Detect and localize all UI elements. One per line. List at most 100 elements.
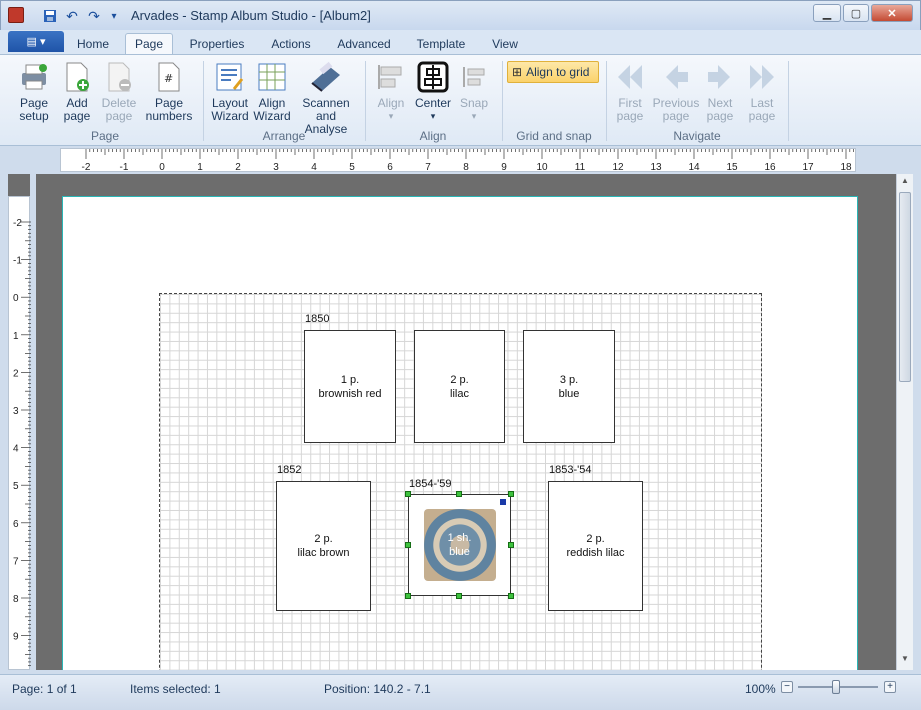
app-icon[interactable]	[8, 7, 24, 23]
last-page-label: Last page	[748, 96, 776, 123]
center-label: Center	[414, 96, 452, 110]
stamp-value: 2 p.	[450, 373, 469, 386]
center-button[interactable]: Center ▾	[413, 61, 453, 123]
tab-template[interactable]: Template	[408, 33, 474, 54]
page-numbers-button[interactable]: # Page numbers	[142, 61, 196, 123]
album-page[interactable]: 1850 1 p. brownish red 2 p. lilac 3 p. b…	[62, 196, 858, 670]
scroll-up-icon[interactable]: ▲	[899, 176, 911, 188]
stamp-color: lilac brown	[297, 547, 350, 559]
ruler-label: 3	[13, 406, 19, 417]
title-bar: ↶ ↷ ▾ Arvades - Stamp Album Studio - [Al…	[0, 0, 921, 30]
align-to-grid-label: Align to grid	[526, 65, 590, 79]
qat-dropdown-icon[interactable]: ▾	[105, 7, 123, 25]
close-button[interactable]: ✕	[871, 4, 913, 22]
ruler-label: 3	[273, 162, 279, 173]
ruler-label: 8	[13, 594, 19, 605]
resize-handle[interactable]	[456, 491, 462, 497]
tab-page[interactable]: Page	[125, 33, 173, 54]
resize-handle[interactable]	[508, 542, 514, 548]
ruler-label: 1	[197, 162, 203, 173]
album-canvas[interactable]: 1850 1 p. brownish red 2 p. lilac 3 p. b…	[36, 174, 896, 670]
year-label[interactable]: 1853-'54	[549, 464, 591, 476]
stamp-color: blue	[558, 387, 580, 400]
align-grid-icon: ⊞	[512, 65, 523, 79]
resize-handle[interactable]	[508, 593, 514, 599]
zoom-in-icon[interactable]: +	[884, 681, 896, 693]
align-wizard-label: Align Wizard	[253, 96, 291, 123]
next-page-icon	[704, 61, 736, 93]
page-setup-label: Page setup	[19, 96, 49, 123]
stamp-box[interactable]: 2 p. reddish lilac	[548, 481, 643, 611]
ruler-label: 5	[349, 162, 355, 173]
align-button[interactable]: Align ▾	[372, 61, 410, 123]
ruler-label: 8	[463, 162, 469, 173]
ruler-label: 4	[13, 444, 19, 455]
year-label[interactable]: 1850	[305, 313, 329, 325]
horizontal-ruler[interactable]: -2 -1 0 1 2 3 4 5 6 7 8 9 10 11 12 13 14 15 16 17 18	[60, 148, 856, 173]
redo-icon[interactable]: ↷	[85, 7, 103, 25]
align-wizard-button[interactable]: Align Wizard	[252, 61, 292, 123]
save-icon[interactable]	[41, 7, 59, 25]
tab-properties[interactable]: Properties	[182, 33, 252, 54]
file-menu-button[interactable]: ▤ ▾	[8, 31, 64, 52]
add-page-button[interactable]: Add page	[60, 61, 94, 123]
ruler-label: 15	[726, 162, 738, 173]
scroll-thumb[interactable]	[899, 192, 911, 382]
stamp-box[interactable]: 2 p. lilac	[414, 330, 505, 443]
arrange-group-label: Arrange	[262, 129, 306, 143]
maximize-button[interactable]: ▢	[843, 4, 869, 22]
ribbon-separator	[203, 61, 204, 141]
resize-handle[interactable]	[405, 593, 411, 599]
tab-home[interactable]: Home	[70, 33, 116, 54]
resize-handle[interactable]	[508, 491, 514, 497]
first-page-button[interactable]: First page	[612, 61, 648, 123]
ruler-label: 16	[764, 162, 776, 173]
ruler-label: 17	[802, 162, 814, 173]
snap-button[interactable]: Snap ▾	[456, 61, 492, 123]
previous-page-label: Previous page	[652, 96, 700, 123]
stamp-box[interactable]: 3 p. blue	[523, 330, 615, 443]
year-label[interactable]: 1852	[277, 464, 301, 476]
tab-view[interactable]: View	[484, 33, 526, 54]
ribbon-separator	[365, 61, 366, 141]
previous-page-button[interactable]: Previous page	[650, 61, 702, 123]
scan-analyse-button[interactable]: Scannen and Analyse	[294, 61, 358, 136]
ruler-label: 9	[501, 162, 507, 173]
resize-handle[interactable]	[405, 542, 411, 548]
stamp-box[interactable]: 2 p. lilac brown	[276, 481, 371, 611]
year-label[interactable]: 1854-'59	[409, 478, 451, 490]
tab-advanced[interactable]: Advanced	[330, 33, 398, 54]
align-wizard-icon	[256, 61, 288, 93]
ribbon: Page setup Add page Delete page # Page n…	[0, 54, 921, 146]
page-number-icon: #	[153, 61, 185, 93]
vertical-scrollbar[interactable]: ▲ ▼	[896, 174, 913, 670]
stamp-box[interactable]: 1 p. brownish red	[304, 330, 396, 443]
layout-wizard-button[interactable]: Layout Wizard	[209, 61, 251, 123]
next-page-button[interactable]: Next page	[702, 61, 738, 123]
resize-handle[interactable]	[405, 491, 411, 497]
align-group-label: Align	[419, 129, 447, 143]
minimize-button[interactable]: ▁	[813, 4, 841, 22]
ruler-label: 6	[387, 162, 393, 173]
printer-icon	[18, 61, 50, 93]
stamp-image: 1 sh. blue	[423, 509, 496, 581]
ruler-label: 7	[425, 162, 431, 173]
zoom-slider-thumb[interactable]	[832, 680, 840, 694]
grid-group-label: Grid and snap	[516, 129, 592, 143]
align-to-grid-button[interactable]: ⊞ Align to grid	[507, 61, 599, 83]
ruler-label: 18	[840, 162, 852, 173]
undo-icon[interactable]: ↶	[63, 7, 81, 25]
window-title: Arvades - Stamp Album Studio - [Album2]	[131, 8, 371, 23]
page-setup-button[interactable]: Page setup	[12, 61, 56, 123]
vertical-ruler[interactable]: -2 -1 0 1 2 3 4 5 6 7 8 9	[8, 196, 31, 670]
resize-handle[interactable]	[456, 593, 462, 599]
delete-page-button[interactable]: Delete page	[99, 61, 139, 123]
stamp-box-selected[interactable]: 1 sh. blue	[408, 494, 511, 596]
tab-actions[interactable]: Actions	[262, 33, 320, 54]
center-icon	[417, 61, 449, 93]
navigate-group-label: Navigate	[673, 129, 721, 143]
scroll-down-icon[interactable]: ▼	[899, 654, 911, 666]
rotate-handle[interactable]	[500, 499, 506, 505]
last-page-button[interactable]: Last page	[744, 61, 780, 123]
zoom-out-icon[interactable]: −	[781, 681, 793, 693]
